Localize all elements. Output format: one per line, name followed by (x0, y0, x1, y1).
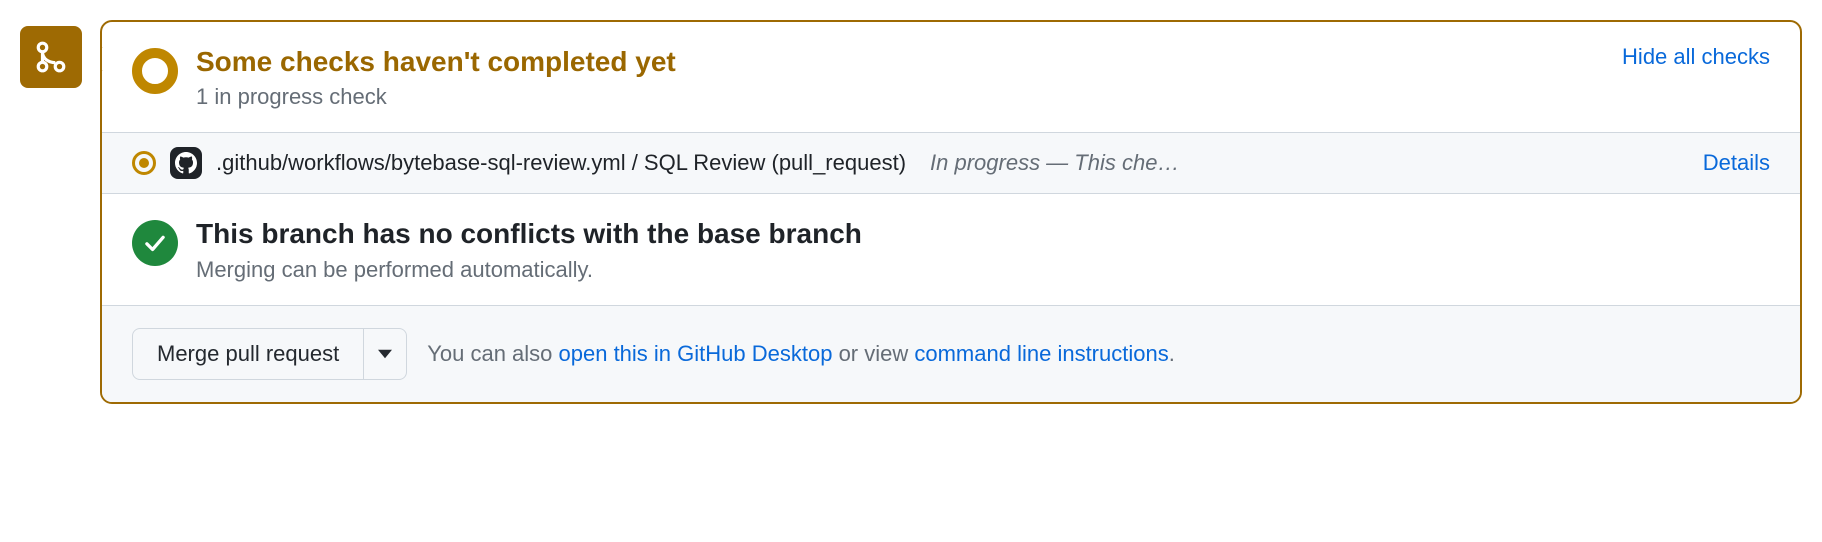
merge-options-dropdown-button[interactable] (364, 328, 407, 380)
check-name: .github/workflows/bytebase-sql-review.ym… (216, 150, 906, 176)
checks-summary-title: Some checks haven't completed yet (196, 44, 676, 80)
hint-mid: or view (832, 341, 914, 366)
hint-prefix: You can also (427, 341, 558, 366)
checkmark-icon (142, 230, 168, 256)
caret-down-icon (378, 349, 392, 359)
merge-box: Some checks haven't completed yet Hide a… (100, 20, 1802, 404)
merge-pull-request-button[interactable]: Merge pull request (132, 328, 364, 380)
check-pending-icon (132, 151, 156, 175)
success-status-icon (132, 220, 178, 266)
toggle-checks-link[interactable]: Hide all checks (1622, 44, 1770, 70)
conflicts-title: This branch has no conflicts with the ba… (196, 216, 1770, 252)
checks-list: .github/workflows/bytebase-sql-review.ym… (102, 132, 1800, 194)
checks-summary-subtitle: 1 in progress check (196, 84, 1770, 110)
check-row: .github/workflows/bytebase-sql-review.ym… (102, 133, 1800, 193)
command-line-instructions-link[interactable]: command line instructions (914, 341, 1168, 366)
hint-suffix: . (1169, 341, 1175, 366)
check-status-text: In progress — This che… (930, 150, 1689, 176)
checks-summary-section: Some checks haven't completed yet Hide a… (102, 22, 1800, 132)
github-avatar-icon (170, 147, 202, 179)
timeline-badge (20, 26, 82, 88)
merge-hint-text: You can also open this in GitHub Desktop… (427, 341, 1175, 367)
check-details-link[interactable]: Details (1703, 150, 1770, 176)
git-merge-icon (34, 40, 68, 74)
merge-button-group: Merge pull request (132, 328, 407, 380)
conflicts-section: This branch has no conflicts with the ba… (102, 194, 1800, 304)
conflicts-subtitle: Merging can be performed automatically. (196, 257, 1770, 283)
merge-status-panel: Some checks haven't completed yet Hide a… (20, 20, 1802, 404)
pending-status-icon (132, 48, 178, 94)
open-github-desktop-link[interactable]: open this in GitHub Desktop (559, 341, 833, 366)
merge-action-section: Merge pull request You can also open thi… (102, 305, 1800, 402)
